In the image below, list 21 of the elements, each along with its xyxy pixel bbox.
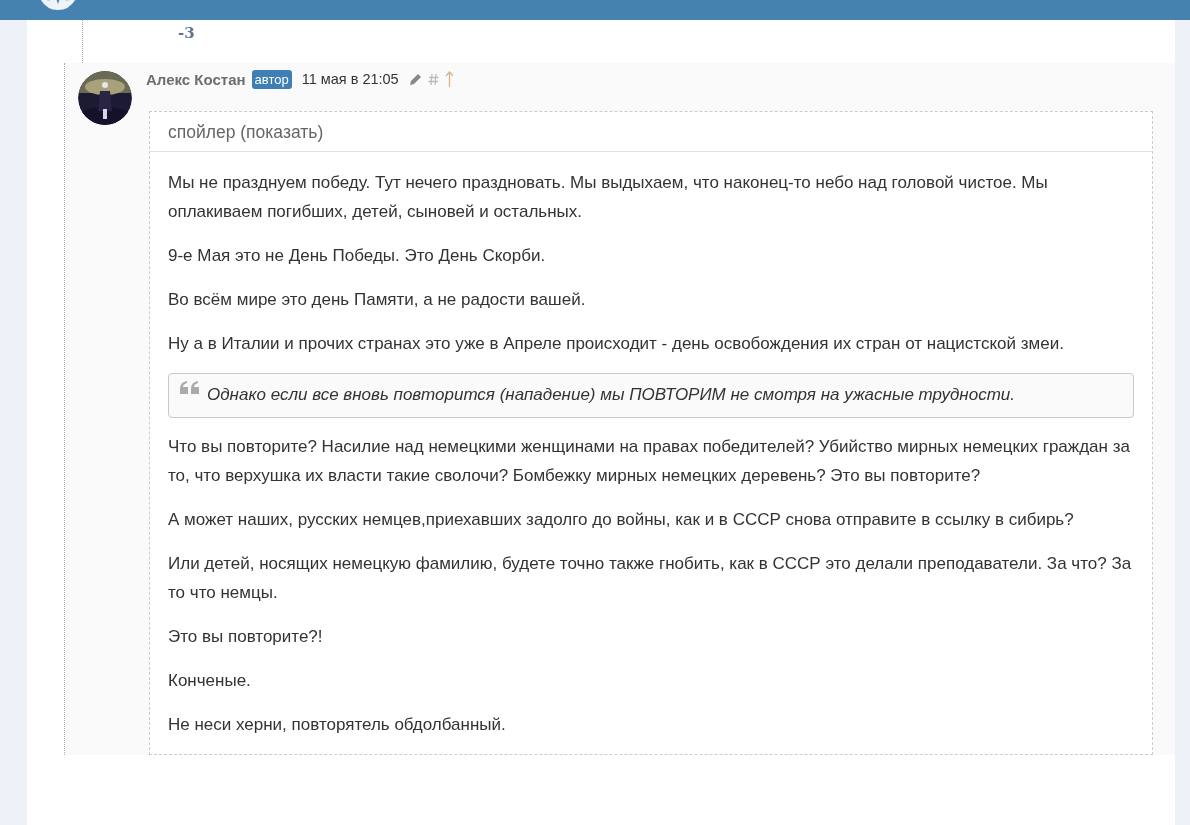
comment-paragraph: Во всём мире это день Памяти, а не радости вашей. bbox=[168, 289, 587, 311]
comment-paragraph: А может наших, русских немцев,приехавших задолго до войны, как и в СССР снова отправите в ссылку в сибирь? bbox=[168, 509, 1075, 531]
author-badge: автор bbox=[251, 69, 292, 89]
avatar[interactable] bbox=[78, 71, 132, 125]
author-name[interactable]: Алекс Костан bbox=[146, 70, 246, 88]
quote-text: Однако если все вновь повторится (нападение) мы ПОВТОРИМ не смотря на ужасные трудности. bbox=[207, 384, 1015, 406]
hash-icon[interactable] bbox=[427, 72, 439, 86]
comment-paragraph: Не неси херни, повторятель обдолбанный. bbox=[168, 714, 507, 736]
comment-paragraph: 9-е Мая это не День Победы. Это День Скорби. bbox=[168, 245, 547, 267]
comment-score: -3 bbox=[178, 23, 195, 42]
comment-paragraph: Это вы повторите?! bbox=[168, 626, 324, 648]
comment-paragraph: Ну а в Италии и прочих странах это уже в Апреле происходит - день освобождения их стран от нацистской змеи. bbox=[168, 333, 1065, 355]
quote-icon bbox=[179, 380, 201, 396]
comment-time[interactable]: 11 мая в 21:05 bbox=[301, 71, 399, 87]
edit-icon[interactable] bbox=[408, 72, 422, 86]
comment-paragraph: Мы не празднуем победу. Тут нечего праздновать. Мы выдыхаем, что наконец-то небо над головой чистое. Мы оплакиваем погибших, детей, сыновей и остальных. bbox=[168, 172, 1049, 223]
spoiler-toggle[interactable]: спойлер (показать) bbox=[150, 112, 1152, 152]
comment-paragraph: Что вы повторите? Насилие над немецкими женщинами на правах победителей? Убийство мирных немецких граждан за то, что верхушка их власти такие сволочи? Бомбежку мирных немецких деревень? Это вы повторите? bbox=[168, 436, 1131, 487]
arrow-up-icon[interactable] bbox=[444, 71, 454, 87]
comment-paragraph: Или детей, носящих немецкую фамилию, будете точно также гнобить, как в СССР это делали преподаватели. За что? За то что немцы. bbox=[168, 553, 1133, 604]
comment-paragraph: Конченые. bbox=[168, 670, 252, 692]
